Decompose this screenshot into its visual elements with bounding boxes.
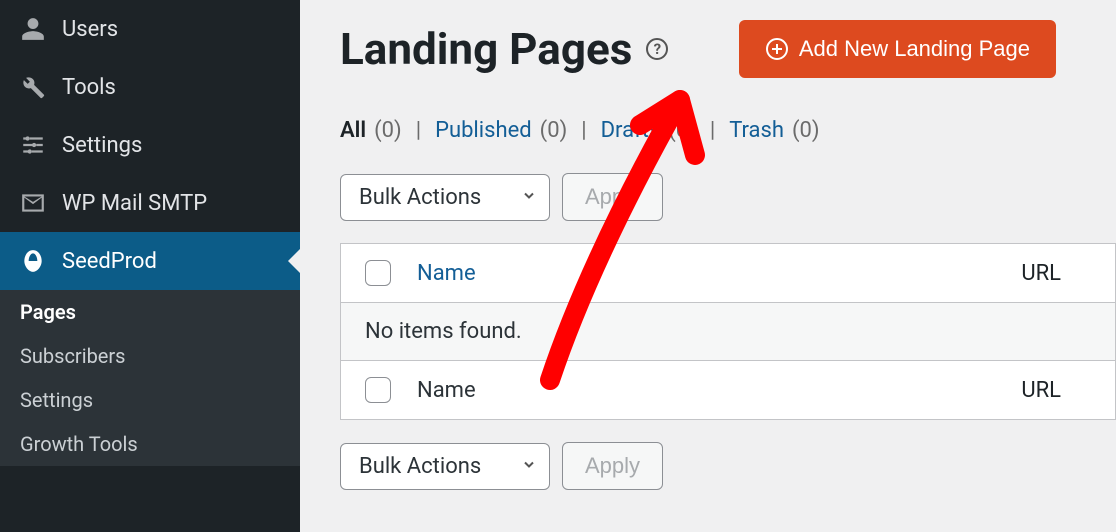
sidebar-sub-pages[interactable]: Pages xyxy=(0,290,300,334)
select-all-checkbox[interactable] xyxy=(365,260,391,286)
chevron-down-icon xyxy=(521,454,537,479)
add-button-label: Add New Landing Page xyxy=(799,36,1030,62)
bulk-select-value-bottom: Bulk Actions xyxy=(359,454,481,479)
column-footer-name: Name xyxy=(417,378,1021,403)
add-new-landing-page-button[interactable]: Add New Landing Page xyxy=(739,20,1056,78)
filter-separator: | xyxy=(416,118,421,143)
filter-separator: | xyxy=(581,118,586,143)
filter-drafts-count: (0) xyxy=(668,118,696,143)
bulk-action-select-bottom[interactable]: Bulk Actions xyxy=(340,443,550,490)
table-empty-row: No items found. xyxy=(341,303,1115,361)
select-all-checkbox-footer[interactable] xyxy=(365,377,391,403)
sidebar-item-label: Users xyxy=(62,17,118,42)
table-footer-row: Name URL xyxy=(341,361,1115,419)
sidebar-sub-growthtools[interactable]: Growth Tools xyxy=(0,422,300,466)
help-icon[interactable]: ? xyxy=(646,38,668,60)
sidebar-item-tools[interactable]: Tools xyxy=(0,58,300,116)
sidebar-submenu: Pages Subscribers Settings Growth Tools xyxy=(0,290,300,466)
filter-published[interactable]: Published xyxy=(435,118,532,143)
filter-all[interactable]: All xyxy=(340,118,366,143)
status-filters: All (0) | Published (0) | Drafts (0) | T… xyxy=(340,118,1116,143)
page-title-text: Landing Pages xyxy=(340,23,632,75)
page-title: Landing Pages ? xyxy=(340,23,668,75)
sidebar-item-users[interactable]: Users xyxy=(0,0,300,58)
sidebar-item-label: Settings xyxy=(62,133,142,158)
landing-pages-table: Name URL No items found. Name URL xyxy=(340,243,1116,420)
seedprod-icon xyxy=(18,246,48,276)
user-icon xyxy=(18,14,48,44)
sidebar-item-label: SeedProd xyxy=(62,249,157,274)
sidebar-sub-subscribers[interactable]: Subscribers xyxy=(0,334,300,378)
apply-button-bottom[interactable]: Apply xyxy=(562,442,663,490)
admin-sidebar: Users Tools Settings WP Mail SMTP SeedPr… xyxy=(0,0,300,532)
sidebar-item-label: WP Mail SMTP xyxy=(62,191,207,216)
sliders-icon xyxy=(18,130,48,160)
sidebar-item-seedprod[interactable]: SeedProd xyxy=(0,232,300,290)
filter-all-count: (0) xyxy=(374,118,402,143)
page-header: Landing Pages ? Add New Landing Page xyxy=(340,20,1116,78)
column-header-url[interactable]: URL xyxy=(1021,261,1061,286)
filter-separator: | xyxy=(710,118,715,143)
chevron-down-icon xyxy=(521,185,537,210)
filter-trash[interactable]: Trash xyxy=(729,118,784,143)
mail-icon xyxy=(18,188,48,218)
apply-button[interactable]: Apply xyxy=(562,173,663,221)
bulk-actions-bottom: Bulk Actions Apply xyxy=(340,442,1116,490)
table-header-row: Name URL xyxy=(341,244,1115,303)
bulk-action-select[interactable]: Bulk Actions xyxy=(340,174,550,221)
filter-trash-count: (0) xyxy=(792,118,820,143)
sidebar-item-wpmailsmtp[interactable]: WP Mail SMTP xyxy=(0,174,300,232)
bulk-actions-top: Bulk Actions Apply xyxy=(340,173,1116,221)
plus-circle-icon xyxy=(765,37,789,61)
sidebar-sub-settings[interactable]: Settings xyxy=(0,378,300,422)
column-footer-url: URL xyxy=(1021,378,1061,403)
bulk-select-value: Bulk Actions xyxy=(359,185,481,210)
empty-text: No items found. xyxy=(365,319,522,344)
wrench-icon xyxy=(18,72,48,102)
filter-drafts[interactable]: Drafts xyxy=(601,118,661,143)
sidebar-item-label: Tools xyxy=(62,75,116,100)
filter-published-count: (0) xyxy=(540,118,568,143)
sidebar-item-settings[interactable]: Settings xyxy=(0,116,300,174)
column-header-name[interactable]: Name xyxy=(417,261,1021,286)
main-content: Landing Pages ? Add New Landing Page All… xyxy=(300,0,1116,532)
